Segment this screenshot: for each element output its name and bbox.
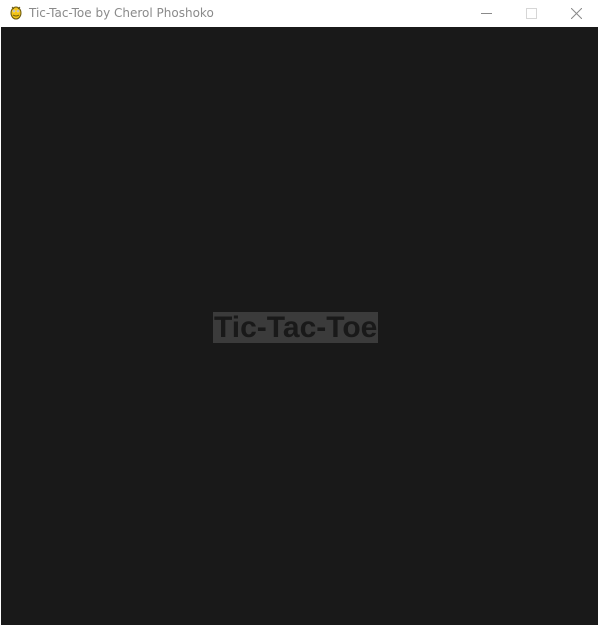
app-window: Tic-Tac-Toe by Cherol Phoshoko Tic-Tac-T… <box>0 0 599 626</box>
maximize-button[interactable] <box>508 0 554 27</box>
maximize-icon <box>525 8 537 19</box>
pygame-snake-icon <box>8 4 24 20</box>
close-button[interactable] <box>553 0 599 27</box>
splash-title: Tic-Tac-Toe <box>213 311 379 344</box>
minimize-icon <box>480 8 492 19</box>
game-canvas[interactable]: Tic-Tac-Toe <box>1 27 598 625</box>
close-icon <box>570 8 582 19</box>
window-title: Tic-Tac-Toe by Cherol Phoshoko <box>29 6 214 20</box>
minimize-button[interactable] <box>463 0 509 27</box>
title-bar[interactable]: Tic-Tac-Toe by Cherol Phoshoko <box>0 0 599 27</box>
